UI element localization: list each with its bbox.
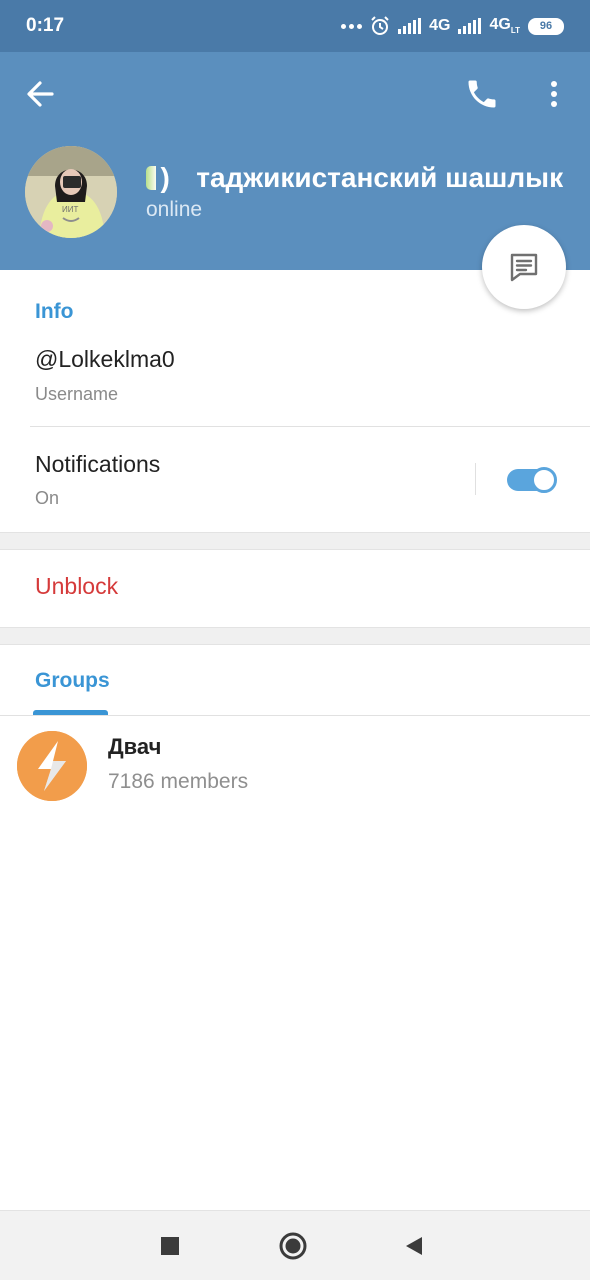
group-name: Двач	[108, 734, 162, 759]
info-section-title: Info	[35, 300, 74, 323]
signal-icon-2	[458, 18, 482, 34]
divider	[30, 426, 590, 427]
tab-groups[interactable]: Groups	[35, 669, 110, 693]
system-nav-bar	[0, 1210, 590, 1280]
network-label-1: 4G	[429, 17, 451, 34]
network-label-2: 4GLT	[489, 16, 520, 36]
username-label: Username	[35, 384, 119, 404]
online-status: online	[146, 198, 203, 221]
notifications-label[interactable]: Notifications	[35, 451, 160, 478]
avatar-photo: ИИТ	[25, 146, 117, 238]
name-emoji	[146, 166, 156, 190]
toggle-separator	[475, 463, 476, 495]
section-gap	[0, 627, 590, 645]
status-time: 0:17	[26, 15, 65, 36]
triangle-back-icon	[406, 1237, 422, 1255]
profile-name: ) таджикистанский шашлык	[146, 158, 578, 198]
name-prefix: )	[160, 162, 170, 193]
more-vertical-icon	[551, 81, 557, 107]
group-list-item[interactable]: Двач 7186 members	[0, 722, 590, 806]
status-bar: 0:17 4G 4GLT 96	[0, 0, 590, 52]
section-gap	[0, 532, 590, 550]
back-button[interactable]	[22, 78, 62, 110]
status-icons: 4G 4GLT 96	[341, 14, 564, 38]
notifications-status: On	[35, 488, 60, 508]
toggle-knob	[531, 467, 557, 493]
group-members: 7186 members	[108, 770, 249, 793]
call-button[interactable]	[464, 76, 500, 112]
lightning-icon	[17, 731, 87, 801]
alarm-icon	[371, 16, 389, 35]
square-icon	[161, 1237, 179, 1255]
unblock-button[interactable]: Unblock	[35, 573, 118, 600]
more-notifications-icon	[341, 23, 363, 29]
recents-button[interactable]	[155, 1231, 185, 1261]
name-text: таджикистанский шашлык	[196, 162, 564, 193]
username-value[interactable]: @Lolkeklma0	[35, 346, 175, 373]
home-circle-icon	[279, 1232, 307, 1260]
home-button[interactable]	[278, 1231, 308, 1261]
tab-divider	[0, 715, 590, 716]
message-icon	[510, 253, 538, 282]
phone-icon	[468, 80, 496, 108]
arrow-left-icon	[27, 81, 54, 107]
svg-text:ИИТ: ИИТ	[62, 205, 79, 214]
battery-icon: 96	[528, 17, 564, 35]
profile-avatar[interactable]: ИИТ	[25, 146, 117, 238]
notifications-toggle[interactable]	[507, 467, 559, 493]
more-options-button[interactable]	[540, 78, 568, 110]
signal-icon	[398, 18, 422, 34]
back-nav-button[interactable]	[398, 1231, 428, 1261]
profile-screen: 0:17 4G 4GLT 96 ИИТ) таджикистанский ша…	[0, 0, 590, 1280]
group-avatar	[17, 731, 87, 801]
send-message-button[interactable]	[482, 225, 566, 309]
